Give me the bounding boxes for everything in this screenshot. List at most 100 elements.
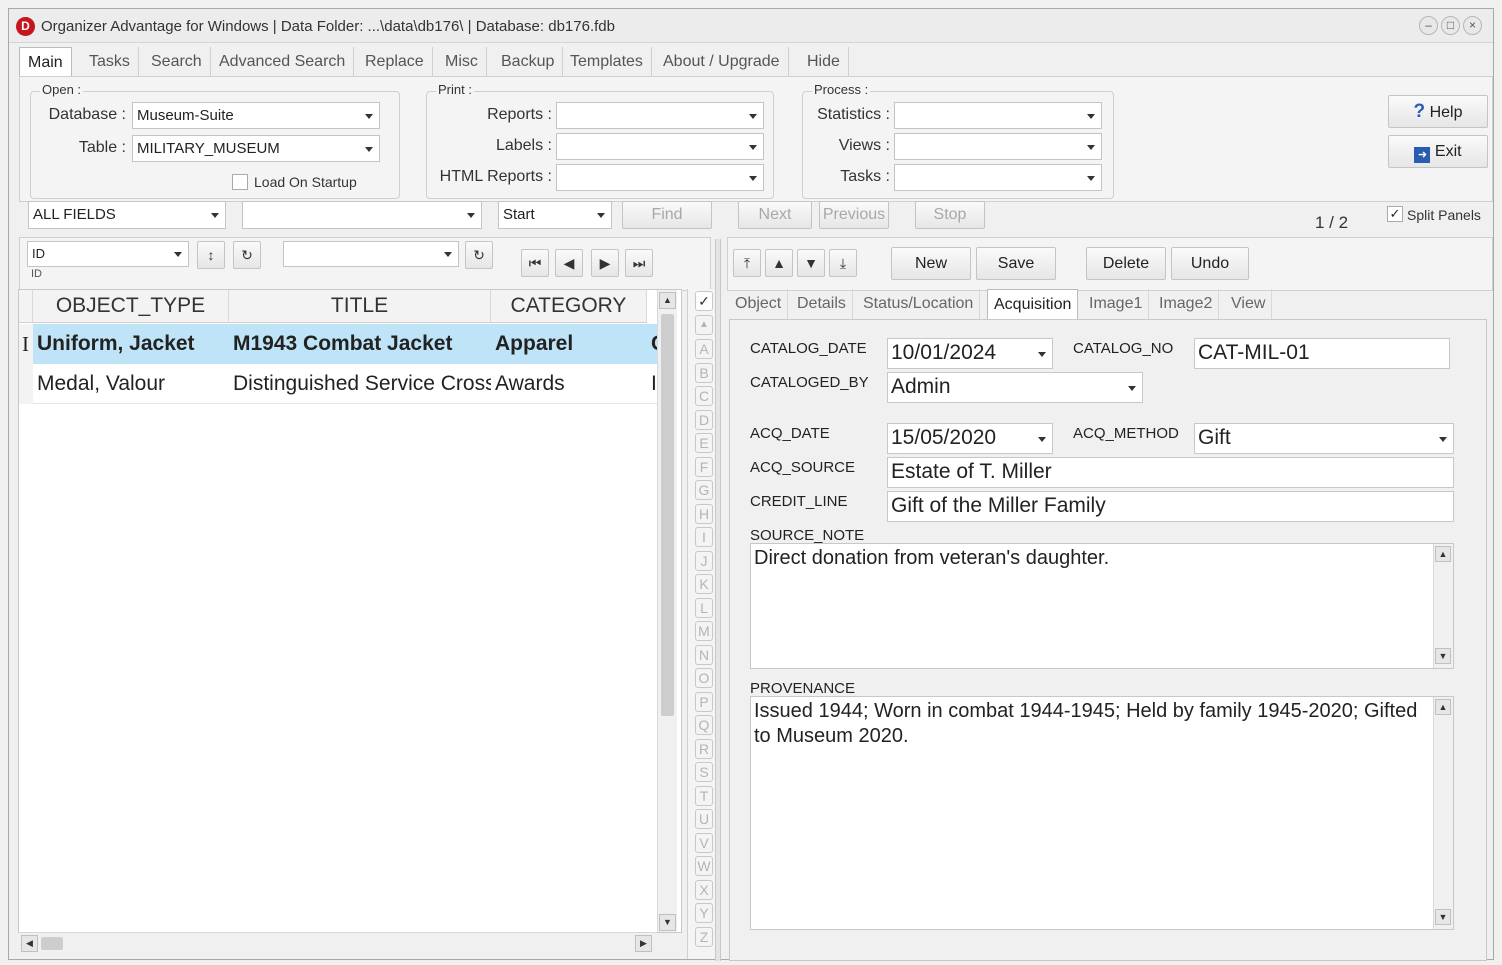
alpha-filter-b[interactable]: B bbox=[695, 362, 713, 383]
table-row[interactable]: Medal, Valour Distinguished Service Cros… bbox=[19, 364, 665, 404]
refresh-filter-icon[interactable]: ↻ bbox=[465, 241, 493, 269]
refresh-sort-icon[interactable]: ↻ bbox=[233, 241, 261, 269]
select-all-checkbox[interactable]: ✓ bbox=[695, 291, 713, 311]
delete-record-button[interactable]: Delete bbox=[1086, 247, 1166, 280]
acq-source-input[interactable]: Estate of T. Miller bbox=[887, 457, 1454, 488]
alpha-filter-q[interactable]: Q bbox=[695, 715, 713, 735]
find-button[interactable]: Find bbox=[622, 201, 712, 229]
alpha-filter-s[interactable]: S bbox=[695, 762, 713, 782]
reports-select[interactable] bbox=[556, 102, 764, 129]
tab-misc[interactable]: Misc bbox=[437, 47, 487, 77]
alpha-filter-c[interactable]: C bbox=[695, 386, 713, 406]
alpha-filter-i[interactable]: I bbox=[695, 527, 713, 547]
alpha-filter-n[interactable]: N bbox=[695, 644, 713, 665]
scroll-left-icon[interactable]: ◀ bbox=[21, 935, 38, 952]
provenance-textarea[interactable]: Issued 1944; Worn in combat 1944-1945; H… bbox=[750, 696, 1454, 930]
grid-vscroll-thumb[interactable] bbox=[661, 314, 674, 716]
date-picker-icon[interactable] bbox=[1038, 437, 1046, 442]
tab-templates[interactable]: Templates bbox=[562, 47, 652, 77]
alpha-filter-g[interactable]: G bbox=[695, 480, 713, 500]
alpha-scroll-up-icon[interactable]: ▲ bbox=[695, 315, 713, 335]
search-field-select[interactable]: ALL FIELDS bbox=[28, 201, 226, 229]
split-panels-checkbox[interactable]: ✓ bbox=[1387, 206, 1403, 222]
undo-button[interactable]: Undo bbox=[1171, 247, 1249, 280]
catalog-date-input[interactable]: 10/01/2024 bbox=[887, 338, 1053, 369]
alpha-filter-x[interactable]: X bbox=[695, 879, 713, 900]
next-button[interactable]: Next bbox=[738, 201, 812, 229]
alpha-filter-y[interactable]: Y bbox=[695, 903, 713, 923]
panel-splitter[interactable] bbox=[715, 239, 721, 961]
move-bottom-icon[interactable]: ⤓ bbox=[829, 249, 857, 277]
scroll-up-icon[interactable]: ▲ bbox=[1435, 699, 1451, 715]
source-note-scrollbar[interactable]: ▲ ▼ bbox=[1433, 544, 1453, 668]
date-picker-icon[interactable] bbox=[1038, 352, 1046, 357]
save-record-button[interactable]: Save bbox=[976, 247, 1056, 280]
cataloged-by-select[interactable]: Admin bbox=[887, 372, 1143, 403]
grid-hscroll-thumb[interactable] bbox=[41, 937, 63, 950]
alpha-filter-d[interactable]: D bbox=[695, 409, 713, 430]
tab-main[interactable]: Main bbox=[19, 47, 72, 77]
detail-tab-acquisition[interactable]: Acquisition bbox=[987, 289, 1079, 320]
catalog-no-input[interactable]: CAT-MIL-01 bbox=[1194, 338, 1450, 369]
tab-replace[interactable]: Replace bbox=[357, 47, 433, 77]
alpha-filter-w[interactable]: W bbox=[695, 856, 713, 876]
detail-tab-view[interactable]: View bbox=[1225, 289, 1273, 320]
detail-tab-details[interactable]: Details bbox=[791, 289, 853, 320]
statistics-select[interactable] bbox=[894, 102, 1102, 129]
move-top-icon[interactable]: ⤒ bbox=[733, 249, 761, 277]
new-record-button[interactable]: New bbox=[891, 247, 971, 280]
html-reports-select[interactable] bbox=[556, 164, 764, 191]
move-down-icon[interactable]: ▼ bbox=[797, 249, 825, 277]
alpha-filter-k[interactable]: K bbox=[695, 574, 713, 594]
scroll-down-icon[interactable]: ▼ bbox=[1435, 648, 1451, 664]
alpha-filter-e[interactable]: E bbox=[695, 433, 713, 453]
tab-advanced-search[interactable]: Advanced Search bbox=[211, 47, 355, 77]
table-select[interactable]: MILITARY_MUSEUM bbox=[132, 135, 380, 162]
alpha-filter-t[interactable]: T bbox=[695, 785, 713, 806]
sort-direction-icon[interactable]: ↕ bbox=[197, 241, 225, 269]
alpha-filter-o[interactable]: O bbox=[695, 668, 713, 688]
previous-record-icon[interactable]: ◀ bbox=[555, 249, 583, 277]
scroll-up-icon[interactable]: ▲ bbox=[659, 292, 676, 309]
views-select[interactable] bbox=[894, 133, 1102, 160]
column-header-category[interactable]: CATEGORY bbox=[491, 290, 647, 323]
stop-button[interactable]: Stop bbox=[915, 201, 985, 229]
alpha-filter-h[interactable]: H bbox=[695, 503, 713, 524]
search-input[interactable] bbox=[242, 201, 482, 229]
database-select[interactable]: Museum-Suite bbox=[132, 102, 380, 129]
previous-button[interactable]: Previous bbox=[819, 201, 889, 229]
grid-vertical-scrollbar[interactable]: ▲ ▼ bbox=[657, 290, 677, 932]
tab-tasks[interactable]: Tasks bbox=[81, 47, 139, 77]
alpha-filter-z[interactable]: Z bbox=[695, 926, 713, 947]
alpha-filter-a[interactable]: A bbox=[695, 339, 713, 359]
tab-search[interactable]: Search bbox=[143, 47, 211, 77]
alpha-filter-r[interactable]: R bbox=[695, 738, 713, 759]
labels-select[interactable] bbox=[556, 133, 764, 160]
column-header-object-type[interactable]: OBJECT_TYPE bbox=[33, 290, 229, 323]
alpha-filter-v[interactable]: V bbox=[695, 832, 713, 853]
alpha-filter-l[interactable]: L bbox=[695, 597, 713, 618]
exit-button[interactable]: ➜ Exit bbox=[1388, 135, 1488, 168]
alpha-filter-p[interactable]: P bbox=[695, 691, 713, 712]
detail-tab-image2[interactable]: Image2 bbox=[1153, 289, 1220, 320]
help-button[interactable]: ? Help bbox=[1388, 95, 1488, 128]
scroll-right-icon[interactable]: ▶ bbox=[635, 935, 652, 952]
tab-about-upgrade[interactable]: About / Upgrade bbox=[655, 47, 789, 77]
alpha-filter-m[interactable]: M bbox=[695, 621, 713, 641]
acq-date-input[interactable]: 15/05/2020 bbox=[887, 423, 1053, 454]
credit-line-input[interactable]: Gift of the Miller Family bbox=[887, 491, 1454, 522]
scroll-down-icon[interactable]: ▼ bbox=[659, 914, 676, 931]
filter-select[interactable] bbox=[283, 241, 459, 267]
close-icon[interactable]: × bbox=[1463, 16, 1482, 35]
scroll-up-icon[interactable]: ▲ bbox=[1435, 546, 1451, 562]
acq-method-select[interactable]: Gift bbox=[1194, 423, 1454, 454]
column-header-title[interactable]: TITLE bbox=[229, 290, 491, 323]
provenance-scrollbar[interactable]: ▲ ▼ bbox=[1433, 697, 1453, 929]
detail-tab-status-location[interactable]: Status/Location bbox=[857, 289, 981, 320]
load-on-startup-checkbox[interactable] bbox=[232, 174, 248, 190]
grid-horizontal-scrollbar[interactable]: ◀ ▶ bbox=[19, 932, 657, 954]
detail-tab-image1[interactable]: Image1 bbox=[1083, 289, 1150, 320]
alpha-filter-f[interactable]: F bbox=[695, 456, 713, 477]
tab-backup[interactable]: Backup bbox=[493, 47, 564, 77]
tasks-select[interactable] bbox=[894, 164, 1102, 191]
